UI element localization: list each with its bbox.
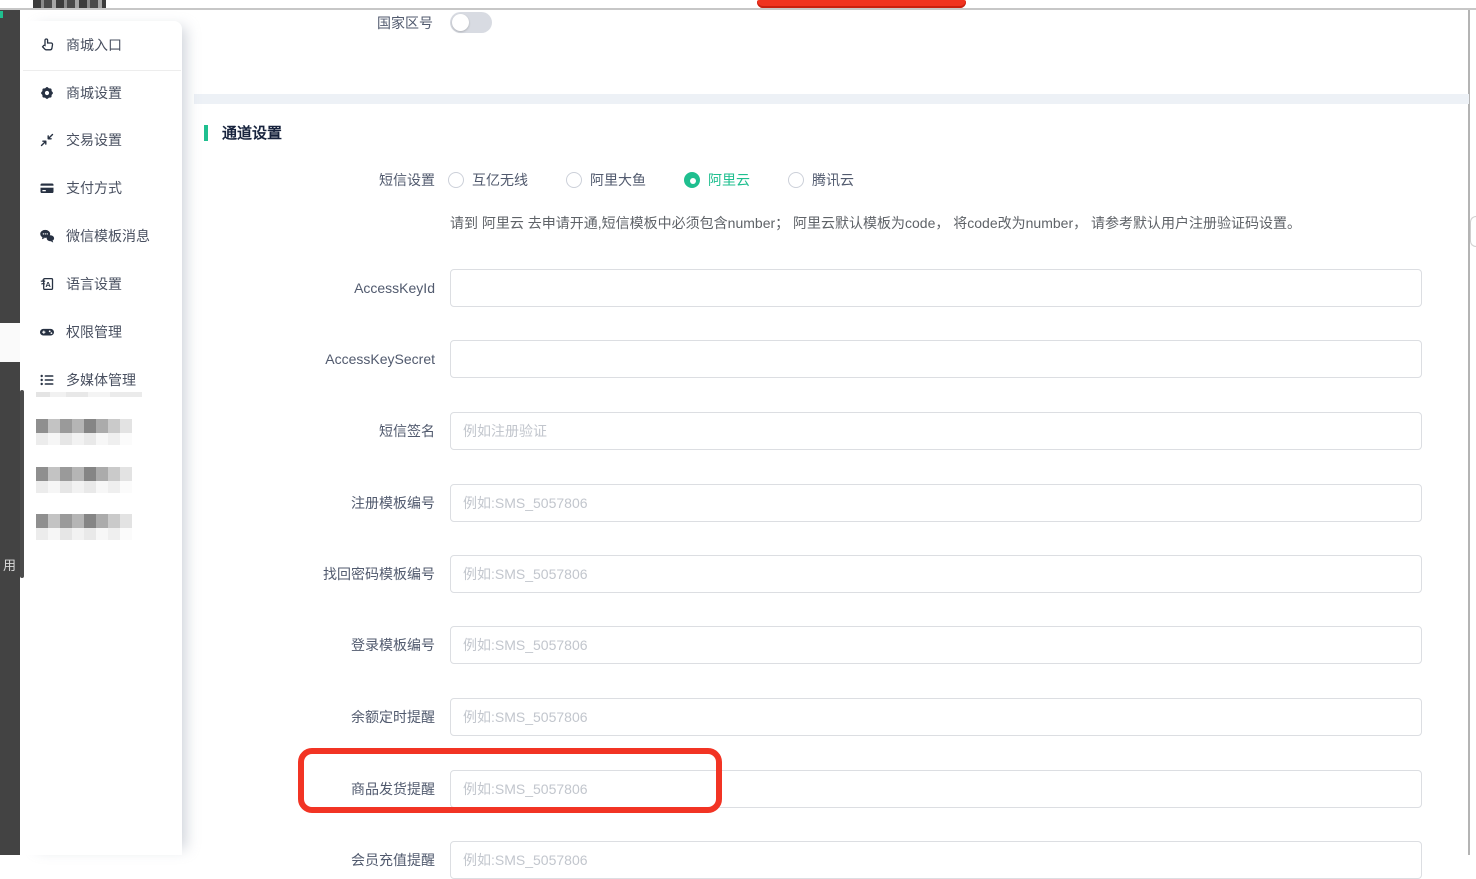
form-row: 商品发货提醒 <box>0 770 1476 808</box>
sidebar-item-redacted[interactable] <box>36 419 132 445</box>
sidebar-item-mall-entry[interactable]: 商城入口 <box>22 21 182 69</box>
sidebar-item-permissions[interactable]: 权限管理 <box>22 308 182 356</box>
sidebar: 商城入口 商城设置 交易设置 支付方式 微信模板消息 A 语言设置 权限 <box>22 21 182 855</box>
login-template-label: 登录模板编号 <box>195 626 435 664</box>
gear-icon <box>39 85 55 101</box>
bank-card-icon <box>39 180 55 196</box>
form-row: AccessKeyId <box>0 269 1476 307</box>
radio-selected-icon <box>684 172 700 188</box>
sidebar-item-redacted[interactable] <box>36 467 132 493</box>
sidebar-item-label: 交易设置 <box>66 130 122 150</box>
sidebar-item-label: 商城设置 <box>66 83 122 103</box>
sms-provider-radio-group: 互亿无线 阿里大鱼 阿里云 腾讯云 <box>448 170 854 190</box>
radio-huyi-wireless[interactable]: 互亿无线 <box>448 170 528 190</box>
sms-signature-label: 短信签名 <box>195 412 435 450</box>
form-row: 找回密码模板编号 <box>0 555 1476 593</box>
shipping-reminder-label: 商品发货提醒 <box>195 770 435 808</box>
window-top-border <box>0 8 1476 10</box>
accesskeysecret-input[interactable] <box>450 340 1422 378</box>
sidebar-item-language-settings[interactable]: A 语言设置 <box>22 260 182 308</box>
chat-bubbles-icon <box>39 228 55 244</box>
section-title: 通道设置 <box>222 122 282 143</box>
form-row: 短信签名 <box>0 412 1476 450</box>
form-row: 会员充值提醒 <box>0 841 1476 879</box>
sidebar-item-redacted[interactable] <box>36 514 132 540</box>
accesskeyid-label: AccessKeyId <box>195 269 435 307</box>
rail-green-dot <box>0 11 3 18</box>
sidebar-item-payment-methods[interactable]: 支付方式 <box>22 164 182 212</box>
sidebar-item-mall-settings[interactable]: 商城设置 <box>22 69 182 117</box>
annotation-red-bar-top <box>757 0 966 8</box>
hand-pointer-icon <box>39 37 55 53</box>
aliyun-helper-text: 请到 阿里云 去申请开通,短信模板中必须包含number； 阿里云默认模板为co… <box>450 213 1370 233</box>
radio-circle-icon <box>788 172 804 188</box>
shipping-reminder-input[interactable] <box>450 770 1422 808</box>
password-recovery-template-label: 找回密码模板编号 <box>195 555 435 593</box>
recharge-reminder-label: 会员充值提醒 <box>195 841 435 879</box>
sms-settings-label: 短信设置 <box>195 170 435 190</box>
sidebar-item-label: 商城入口 <box>66 35 122 55</box>
section-separator <box>194 94 1469 104</box>
sidebar-item-wechat-template[interactable]: 微信模板消息 <box>22 212 182 260</box>
radio-tencent-cloud[interactable]: 腾讯云 <box>788 170 854 190</box>
accesskeysecret-label: AccessKeySecret <box>195 340 435 378</box>
sidebar-scrollbar[interactable] <box>20 390 24 578</box>
section-accent-bar <box>204 125 208 141</box>
recharge-reminder-input[interactable] <box>450 841 1422 879</box>
radio-circle-icon <box>566 172 582 188</box>
drawer-handle[interactable] <box>1470 216 1476 247</box>
country-code-label: 国家区号 <box>193 12 433 34</box>
redacted-submenu-item <box>36 392 142 397</box>
sms-signature-input[interactable] <box>450 412 1422 450</box>
radio-aliyun[interactable]: 阿里云 <box>684 170 750 190</box>
balance-reminder-label: 余额定时提醒 <box>195 698 435 736</box>
sidebar-item-label: 支付方式 <box>66 178 122 198</box>
radio-circle-icon <box>448 172 464 188</box>
sidebar-item-label: 多媒体管理 <box>66 370 136 390</box>
svg-text:A: A <box>45 280 51 289</box>
sidebar-item-label: 权限管理 <box>66 322 122 342</box>
sidebar-item-label: 语言设置 <box>66 274 122 294</box>
register-template-label: 注册模板编号 <box>195 484 435 522</box>
password-recovery-template-input[interactable] <box>450 555 1422 593</box>
list-icon <box>39 372 55 388</box>
section-header: 通道设置 <box>204 122 282 143</box>
gamepad-icon <box>39 324 55 340</box>
form-row: 注册模板编号 <box>0 484 1476 522</box>
country-code-toggle[interactable] <box>450 12 492 33</box>
sidebar-item-trade-settings[interactable]: 交易设置 <box>22 116 182 164</box>
accesskeyid-input[interactable] <box>450 269 1422 307</box>
register-template-input[interactable] <box>450 484 1422 522</box>
radio-ali-dayu[interactable]: 阿里大鱼 <box>566 170 646 190</box>
form-row: AccessKeySecret <box>0 340 1476 378</box>
sidebar-item-label: 微信模板消息 <box>66 226 150 246</box>
login-template-input[interactable] <box>450 626 1422 664</box>
form-row: 登录模板编号 <box>0 626 1476 664</box>
language-doc-icon: A <box>39 276 55 292</box>
form-row: 余额定时提醒 <box>0 698 1476 736</box>
clipped-window-title <box>33 0 106 8</box>
toggle-knob <box>452 14 469 31</box>
converge-arrows-icon <box>39 132 55 148</box>
balance-reminder-input[interactable] <box>450 698 1422 736</box>
